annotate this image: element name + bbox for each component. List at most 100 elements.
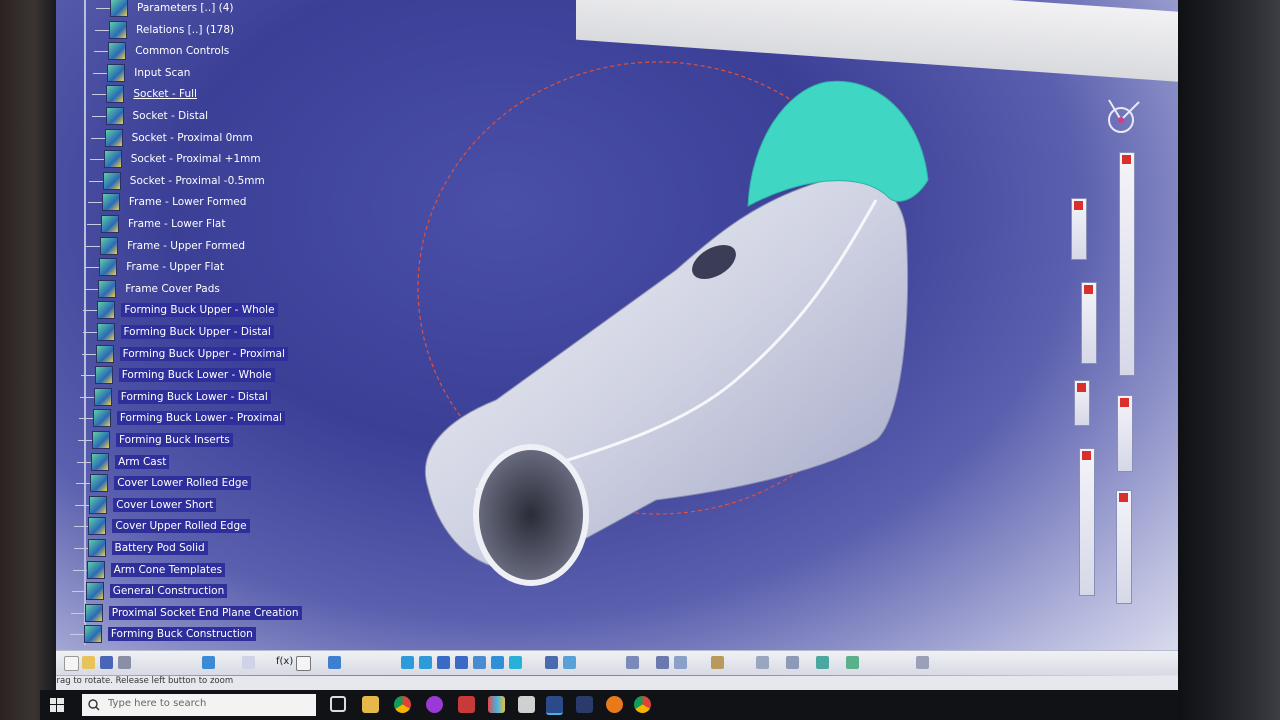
analysis-icon[interactable] xyxy=(711,656,724,669)
measure-icon[interactable] xyxy=(626,656,639,669)
tree-item[interactable]: Socket - Proximal -0.5mm xyxy=(88,171,268,190)
close-icon[interactable] xyxy=(1119,493,1128,502)
tree-item-label: Frame - Upper Flat xyxy=(126,261,225,274)
right-toolbar-5[interactable] xyxy=(1117,395,1133,472)
app-icon-multicolor[interactable] xyxy=(488,696,505,713)
tree-item[interactable]: Frame Cover Pads xyxy=(84,279,223,298)
new-icon[interactable] xyxy=(64,656,79,671)
hide-show-icon[interactable] xyxy=(545,656,558,669)
tree-branch-line xyxy=(81,353,96,355)
tree-item[interactable]: Frame - Upper Flat xyxy=(85,258,227,277)
material-icon[interactable] xyxy=(674,656,687,669)
tree-item[interactable]: Parameters [..] (4) xyxy=(96,0,237,17)
open-icon[interactable] xyxy=(82,656,95,669)
tree-branch-line xyxy=(72,569,87,571)
pan-icon[interactable] xyxy=(401,656,414,669)
chrome-icon-2[interactable] xyxy=(634,696,651,713)
tree-item[interactable]: Socket - Full xyxy=(92,85,200,104)
close-icon[interactable] xyxy=(1077,383,1086,392)
task-view-icon[interactable] xyxy=(330,696,346,712)
close-icon[interactable] xyxy=(1120,398,1129,407)
chrome-icon[interactable] xyxy=(394,696,411,713)
tree-branch-line xyxy=(75,504,90,506)
tree-item[interactable]: Forming Buck Upper - Whole xyxy=(83,301,278,320)
iso-view-icon[interactable] xyxy=(491,656,504,669)
tree-item[interactable]: Common Controls xyxy=(94,42,232,61)
help-icon[interactable] xyxy=(242,656,255,669)
tree-item[interactable]: Forming Buck Lower - Whole xyxy=(80,366,275,385)
monitor-bezel-right xyxy=(1178,0,1280,720)
tree-item-label: Cover Lower Short xyxy=(113,497,217,512)
tree-item[interactable]: Socket - Proximal +1mm xyxy=(89,150,264,169)
compass-icon[interactable] xyxy=(1099,90,1149,140)
close-icon[interactable] xyxy=(1082,451,1091,460)
shading-icon[interactable] xyxy=(509,656,522,669)
tree-item[interactable]: Forming Buck Inserts xyxy=(78,431,233,449)
tree-item[interactable]: Cover Lower Rolled Edge xyxy=(76,474,252,493)
zoom-out-icon[interactable] xyxy=(455,656,468,669)
right-toolbar-7[interactable] xyxy=(1116,490,1132,604)
tree-item[interactable]: Arm Cone Templates xyxy=(72,560,226,579)
right-toolbar-2[interactable] xyxy=(1119,152,1135,376)
tool-icon-c[interactable] xyxy=(816,656,829,669)
tree-item-label: Forming Buck Inserts xyxy=(116,433,233,447)
file-explorer-icon[interactable] xyxy=(362,696,379,713)
tree-item[interactable]: Forming Buck Upper - Distal xyxy=(82,323,274,341)
rotate-icon[interactable] xyxy=(419,656,432,669)
tool-icon-a[interactable] xyxy=(756,656,769,669)
windows-start-icon[interactable] xyxy=(50,698,64,712)
tree-item[interactable]: Forming Buck Upper - Proximal xyxy=(81,344,288,363)
app-icon-red[interactable] xyxy=(458,696,475,713)
tree-item[interactable]: Forming Buck Construction xyxy=(69,625,256,644)
close-icon[interactable] xyxy=(1122,155,1131,164)
tree-branch-line xyxy=(76,483,91,485)
blender-icon[interactable] xyxy=(606,696,623,713)
tree-item[interactable]: Cover Lower Short xyxy=(75,495,217,514)
tree-item[interactable]: Input Scan xyxy=(93,63,193,82)
fit-all-icon[interactable] xyxy=(328,656,341,669)
sketch-icon[interactable] xyxy=(656,656,669,669)
tree-item[interactable]: Battery Pod Solid xyxy=(73,539,208,557)
right-toolbar-4[interactable] xyxy=(1074,380,1090,426)
right-toolbar-3[interactable] xyxy=(1081,282,1097,364)
comment-icon[interactable] xyxy=(296,656,311,671)
tree-item[interactable]: Socket - Proximal 0mm xyxy=(90,128,256,147)
tree-item[interactable]: Frame - Upper Formed xyxy=(86,236,248,255)
tree-item[interactable]: Frame - Lower Formed xyxy=(87,193,250,212)
tree-node-icon xyxy=(101,215,119,233)
tool-icon-d[interactable] xyxy=(846,656,859,669)
tree-item[interactable]: Forming Buck Lower - Proximal xyxy=(78,409,285,428)
right-toolbar-1[interactable] xyxy=(1071,198,1087,260)
tree-item[interactable]: Proximal Socket End Plane Creation xyxy=(70,603,302,622)
tree-item-label: Forming Buck Upper - Proximal xyxy=(119,346,288,361)
formula-button[interactable]: f(x) xyxy=(276,656,293,667)
normal-view-icon[interactable] xyxy=(473,656,486,669)
taskbar-search-box[interactable]: Type here to search xyxy=(82,694,316,716)
close-icon[interactable] xyxy=(1084,285,1093,294)
tool-icon-b[interactable] xyxy=(786,656,799,669)
app-icon-arrow[interactable] xyxy=(576,696,593,713)
tree-item[interactable]: Relations [..] (178) xyxy=(95,20,237,39)
right-toolbar-6[interactable] xyxy=(1079,448,1095,596)
close-icon[interactable] xyxy=(1074,201,1083,210)
tree-branch-line xyxy=(94,51,109,53)
calculator-icon[interactable] xyxy=(518,696,535,713)
print-icon[interactable] xyxy=(118,656,131,669)
tree-item[interactable]: Arm Cast xyxy=(77,452,170,471)
save-icon[interactable] xyxy=(100,656,113,669)
undo-icon[interactable] xyxy=(202,656,215,669)
app-icon-purple[interactable] xyxy=(426,696,443,713)
tree-item-label: Battery Pod Solid xyxy=(111,541,208,555)
tree-node-icon xyxy=(84,603,103,622)
tree-item[interactable]: Frame - Lower Flat xyxy=(87,215,228,233)
tree-item[interactable]: Cover Upper Rolled Edge xyxy=(74,517,250,536)
tool-icon-e[interactable] xyxy=(916,656,929,669)
tree-item[interactable]: Socket - Distal xyxy=(91,107,212,125)
tree-item[interactable]: Forming Buck Lower - Distal xyxy=(79,387,271,406)
tree-item[interactable]: General Construction xyxy=(71,582,228,601)
zoom-in-icon[interactable] xyxy=(437,656,450,669)
catia-icon[interactable] xyxy=(546,696,563,715)
tree-node-icon xyxy=(109,20,128,39)
swap-space-icon[interactable] xyxy=(563,656,576,669)
3d-viewport[interactable] xyxy=(356,20,1116,620)
